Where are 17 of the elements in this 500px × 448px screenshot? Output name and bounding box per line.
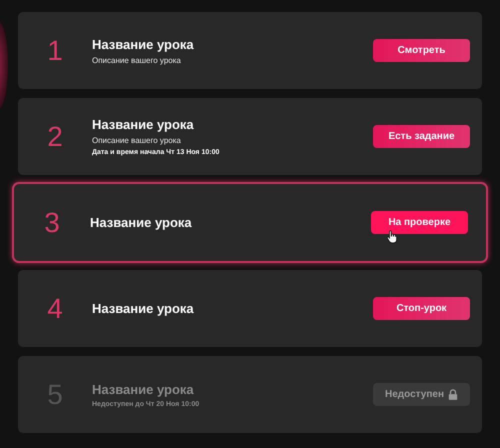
lock-icon — [448, 389, 458, 400]
lesson-title: Название урока — [90, 215, 193, 230]
hand-cursor-icon — [387, 230, 397, 244]
lesson-title: Название урока — [92, 382, 195, 396]
lesson-button[interactable]: На проверке — [371, 211, 468, 234]
lesson-number: 4 — [46, 292, 64, 324]
lesson-title: Название урока — [92, 301, 195, 316]
lesson-title: Название урока — [92, 36, 195, 52]
lesson-description: Описание вашего урока — [92, 56, 182, 64]
lesson-number: 3 — [43, 206, 61, 238]
lesson-button[interactable]: Есть задание — [373, 125, 470, 148]
lesson-title: Название урока — [92, 117, 195, 132]
lesson-button[interactable]: Смотреть — [373, 39, 470, 62]
lesson-number: 2 — [46, 120, 64, 152]
lesson-description: Описание вашего урока — [92, 136, 182, 145]
lesson-button[interactable]: Стоп-урок — [373, 297, 470, 320]
lesson-number: 1 — [46, 34, 64, 66]
